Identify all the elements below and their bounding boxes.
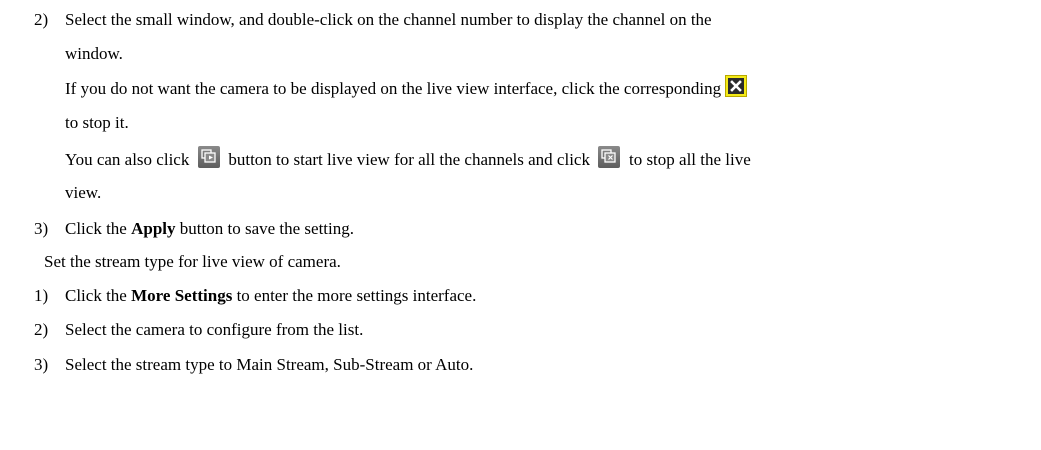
step-select-camera-text: Select the camera to configure from the … bbox=[65, 320, 364, 339]
step-number: 2) bbox=[34, 10, 49, 29]
step-apply-pre: Click the bbox=[65, 219, 127, 238]
note-all-part3: to stop all the live bbox=[628, 150, 751, 169]
note-all-part2: button to start live view for all the ch… bbox=[228, 150, 590, 169]
step-text-continued: window. bbox=[65, 44, 123, 63]
step-text: Select the small window, and double-clic… bbox=[65, 10, 712, 29]
step-more-settings-post: to enter the more settings interface. bbox=[236, 286, 477, 305]
note-all-continued: view. bbox=[65, 183, 102, 202]
note-stop-camera: If you do not want the camera to be disp… bbox=[65, 75, 748, 99]
close-icon bbox=[725, 75, 748, 98]
start-all-live-view-icon bbox=[197, 146, 220, 169]
stop-all-live-view-icon bbox=[598, 146, 621, 169]
step-number: 3) bbox=[34, 219, 49, 238]
note-all-part1: You can also click bbox=[65, 150, 190, 169]
step-number: 3) bbox=[34, 355, 49, 374]
stream-type-intro: Set the stream type for live view of cam… bbox=[44, 252, 341, 271]
step-apply-post: button to save the setting. bbox=[179, 219, 355, 238]
apply-label: Apply bbox=[131, 219, 176, 238]
note-stop-continued: to stop it. bbox=[65, 113, 129, 132]
step-stream-type-text: Select the stream type to Main Stream, S… bbox=[65, 355, 474, 374]
step-more-settings-text: Click the More Settings to enter the mor… bbox=[65, 286, 476, 306]
step-number: 2) bbox=[34, 320, 49, 339]
step-more-settings-pre: Click the bbox=[65, 286, 127, 305]
note-all-live-view: You can also click button to start live … bbox=[65, 146, 751, 170]
step-apply-text: Click the Apply button to save the setti… bbox=[65, 219, 354, 239]
more-settings-label: More Settings bbox=[131, 286, 233, 305]
note-stop-text: If you do not want the camera to be disp… bbox=[65, 79, 722, 98]
step-number: 1) bbox=[34, 286, 49, 305]
